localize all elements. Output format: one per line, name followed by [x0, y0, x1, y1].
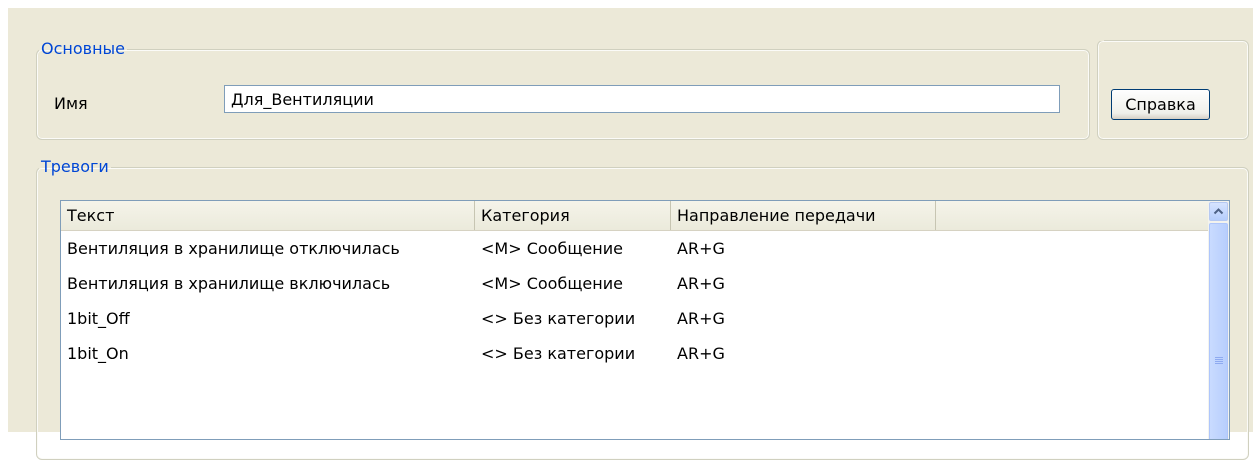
table-row[interactable]: Вентиляция в хранилище отключилась <M> С… — [61, 231, 1210, 266]
cell-text: Вентиляция в хранилище отключилась — [67, 239, 400, 258]
cell-direction: AR+G — [677, 239, 725, 258]
name-label: Имя — [54, 94, 88, 113]
column-header-text[interactable]: Текст — [61, 201, 475, 230]
scroll-up-button[interactable] — [1209, 202, 1228, 221]
scroll-thumb[interactable] — [1209, 223, 1229, 439]
cell-category: <> Без категории — [481, 344, 636, 363]
cell-category: <M> Сообщение — [481, 239, 623, 258]
cell-direction: AR+G — [677, 344, 725, 363]
alarms-table: Текст Категория Направление передачи Вен… — [60, 200, 1230, 440]
alarms-group-legend: Тревоги — [41, 157, 109, 176]
chevron-up-icon — [1213, 208, 1224, 215]
dialog-panel: Основные Имя Справка Тревоги Текст Катег… — [8, 8, 1253, 460]
cell-category: <> Без категории — [481, 309, 636, 328]
cell-direction: AR+G — [677, 274, 725, 293]
table-row[interactable]: 1bit_On <> Без категории AR+G — [61, 336, 1210, 371]
name-field[interactable] — [224, 85, 1060, 113]
cell-text: Вентиляция в хранилище включилась — [67, 274, 391, 293]
column-header-direction[interactable]: Направление передачи — [671, 201, 936, 230]
help-button[interactable]: Справка — [1111, 89, 1210, 120]
alarms-table-header: Текст Категория Направление передачи — [61, 201, 1210, 231]
cell-direction: AR+G — [677, 309, 725, 328]
cell-text: 1bit_Off — [67, 309, 130, 328]
vertical-scrollbar[interactable] — [1208, 201, 1229, 439]
column-header-empty — [936, 201, 1210, 230]
column-header-category[interactable]: Категория — [475, 201, 671, 230]
grip-icon — [1210, 357, 1229, 365]
table-row[interactable]: Вентиляция в хранилище включилась <M> Со… — [61, 266, 1210, 301]
cell-category: <M> Сообщение — [481, 274, 623, 293]
general-group-legend: Основные — [41, 39, 126, 58]
table-row[interactable]: 1bit_Off <> Без категории AR+G — [61, 301, 1210, 336]
cell-text: 1bit_On — [67, 344, 129, 363]
